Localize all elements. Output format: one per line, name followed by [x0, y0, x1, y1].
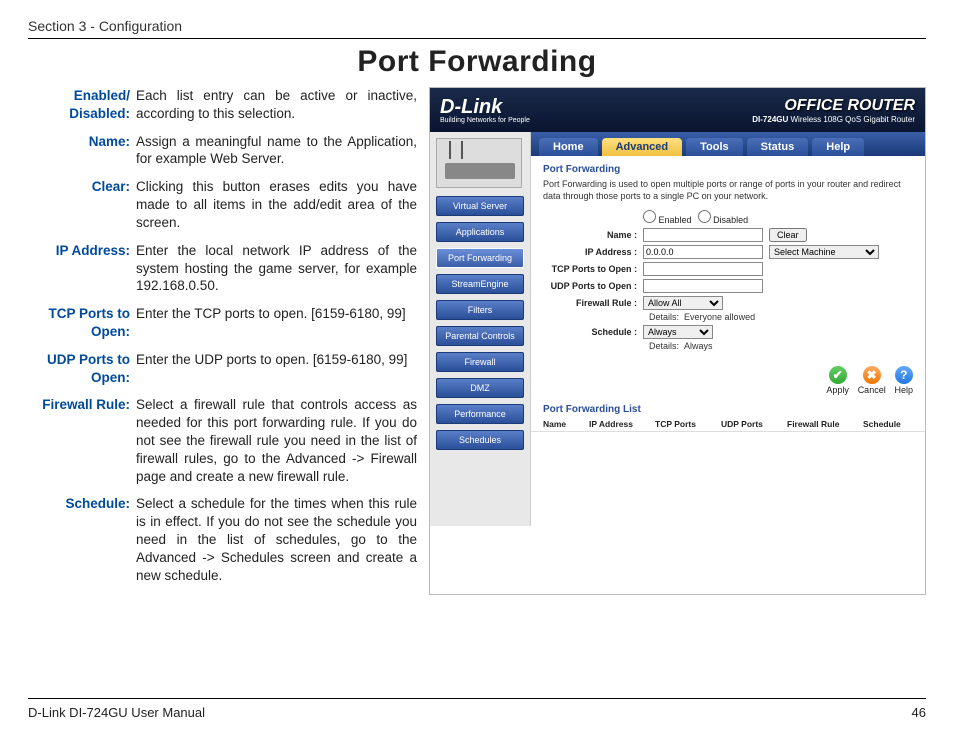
sidenav-applications[interactable]: Applications — [436, 222, 524, 242]
definition-label: Clear: — [28, 178, 136, 231]
definition-row: Name:Assign a meaningful name to the App… — [28, 133, 417, 169]
sidenav-performance[interactable]: Performance — [436, 404, 524, 424]
sidenav-port-forwarding[interactable]: Port Forwarding — [436, 248, 524, 268]
sidenav-parental-controls[interactable]: Parental Controls — [436, 326, 524, 346]
router-screenshot: D-Link Building Networks for People OFFI… — [429, 87, 926, 595]
definition-text: Assign a meaningful name to the Applicat… — [136, 133, 417, 169]
list-header: Name IP Address TCP Ports UDP Ports Firewall… — [531, 417, 925, 432]
help-button[interactable]: ?Help — [894, 366, 913, 395]
ip-label: IP Address : — [543, 247, 643, 257]
footer-left: D-Link DI-724GU User Manual — [28, 705, 205, 720]
column-header: Schedule — [863, 419, 913, 429]
sidenav-filters[interactable]: Filters — [436, 300, 524, 320]
firewall-select[interactable]: Allow All — [643, 296, 723, 310]
tab-help[interactable]: Help — [812, 138, 864, 156]
definition-text: Each list entry can be active or inactiv… — [136, 87, 417, 123]
section-header: Section 3 - Configuration — [28, 18, 926, 39]
router-header: D-Link Building Networks for People OFFI… — [430, 88, 925, 132]
column-header: Name — [543, 419, 583, 429]
definition-row: Schedule:Select a schedule for the times… — [28, 495, 417, 584]
product-desc: DI-724GU Wireless 108G QoS Gigabit Route… — [752, 115, 915, 124]
definition-label: Firewall Rule: — [28, 396, 136, 485]
router-illustration — [436, 138, 522, 188]
definition-label: UDP Ports to Open: — [28, 351, 136, 387]
machine-select[interactable]: Select Machine — [769, 245, 879, 259]
definition-text: Enter the TCP ports to open. [6159-6180,… — [136, 305, 417, 341]
column-header: Firewall Rule — [787, 419, 857, 429]
tab-home[interactable]: Home — [539, 138, 598, 156]
definition-label: Name: — [28, 133, 136, 169]
definition-label: Enabled/ Disabled: — [28, 87, 136, 123]
enabled-radio[interactable]: Enabled — [643, 210, 692, 225]
definition-text: Enter the UDP ports to open. [6159-6180,… — [136, 351, 417, 387]
tab-bar: HomeAdvancedToolsStatusHelp — [531, 132, 925, 156]
apply-button[interactable]: ✔Apply — [826, 366, 849, 395]
tcp-input[interactable] — [643, 262, 763, 276]
sidenav-virtual-server[interactable]: Virtual Server — [436, 196, 524, 216]
brand-tagline: Building Networks for People — [440, 117, 530, 124]
name-label: Name : — [543, 230, 643, 240]
panel-description: Port Forwarding is used to open multiple… — [543, 179, 913, 202]
definitions-column: Enabled/ Disabled:Each list entry can be… — [28, 87, 417, 595]
definition-row: TCP Ports to Open:Enter the TCP ports to… — [28, 305, 417, 341]
firewall-label: Firewall Rule : — [543, 298, 643, 308]
ip-input[interactable] — [643, 245, 763, 259]
tab-tools[interactable]: Tools — [686, 138, 743, 156]
definition-text: Select a firewall rule that controls acc… — [136, 396, 417, 485]
udp-input[interactable] — [643, 279, 763, 293]
clear-button[interactable]: Clear — [769, 228, 807, 242]
definition-row: Firewall Rule:Select a firewall rule tha… — [28, 396, 417, 485]
column-header: IP Address — [589, 419, 649, 429]
definition-text: Clicking this button erases edits you ha… — [136, 178, 417, 231]
column-header: UDP Ports — [721, 419, 781, 429]
sidenav-firewall[interactable]: Firewall — [436, 352, 524, 372]
disabled-radio[interactable]: Disabled — [698, 210, 749, 225]
definition-label: TCP Ports to Open: — [28, 305, 136, 341]
list-title: Port Forwarding List — [531, 400, 925, 417]
panel-title: Port Forwarding — [543, 164, 913, 175]
page-number: 46 — [912, 705, 926, 720]
definition-text: Enter the local network IP address of th… — [136, 242, 417, 295]
product-title: OFFICE ROUTER — [752, 97, 915, 115]
schedule-label: Schedule : — [543, 327, 643, 337]
tcp-label: TCP Ports to Open : — [543, 264, 643, 274]
schedule-details: Always — [684, 341, 713, 351]
definition-row: Clear:Clicking this button erases edits … — [28, 178, 417, 231]
definition-row: IP Address:Enter the local network IP ad… — [28, 242, 417, 295]
page-title: Port Forwarding — [28, 45, 926, 79]
definition-label: Schedule: — [28, 495, 136, 584]
definition-label: IP Address: — [28, 242, 136, 295]
column-header: TCP Ports — [655, 419, 715, 429]
cancel-button[interactable]: ✖Cancel — [858, 366, 886, 395]
sidenav-dmz[interactable]: DMZ — [436, 378, 524, 398]
tab-status[interactable]: Status — [747, 138, 809, 156]
name-input[interactable] — [643, 228, 763, 242]
udp-label: UDP Ports to Open : — [543, 281, 643, 291]
sidenav-schedules[interactable]: Schedules — [436, 430, 524, 450]
firewall-details: Everyone allowed — [684, 312, 755, 322]
brand-logo: D-Link — [440, 96, 502, 118]
definition-row: Enabled/ Disabled:Each list entry can be… — [28, 87, 417, 123]
definition-text: Select a schedule for the times when thi… — [136, 495, 417, 584]
schedule-select[interactable]: Always — [643, 325, 713, 339]
sidenav-streamengine[interactable]: StreamEngine — [436, 274, 524, 294]
definition-row: UDP Ports to Open:Enter the UDP ports to… — [28, 351, 417, 387]
tab-advanced[interactable]: Advanced — [602, 138, 683, 156]
